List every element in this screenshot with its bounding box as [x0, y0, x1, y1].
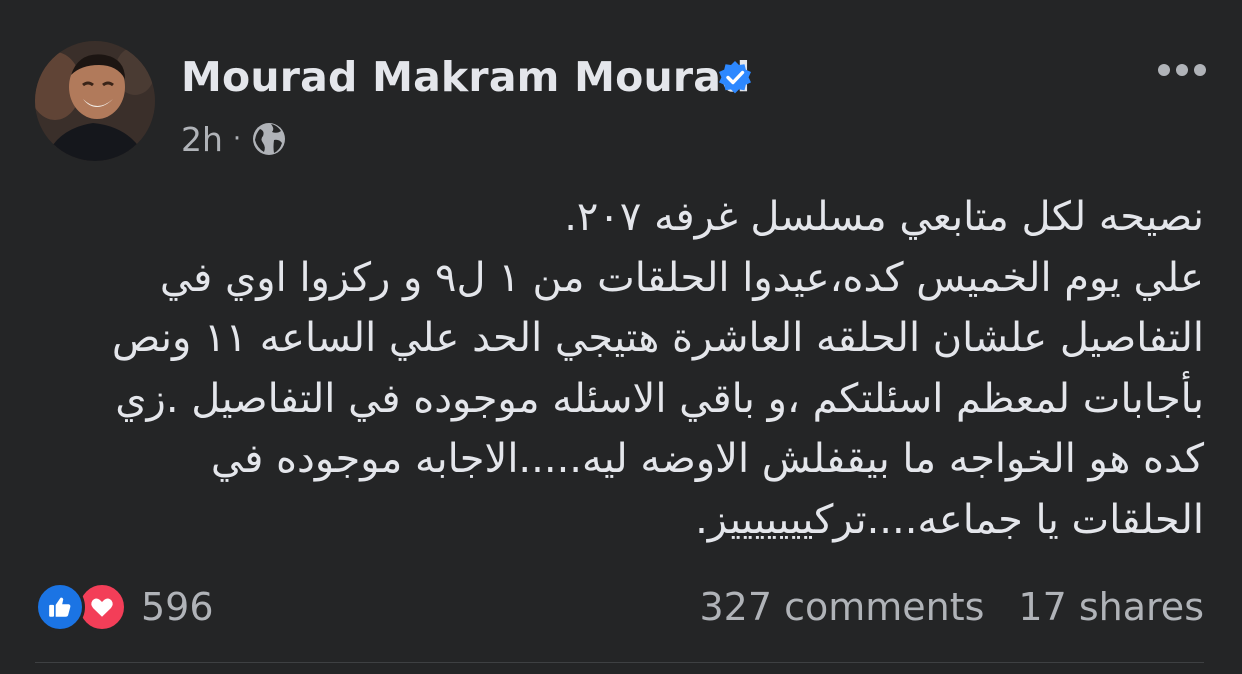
- author-name[interactable]: Mourad Makram Mourad: [181, 53, 751, 101]
- meta-separator: ·: [232, 124, 242, 154]
- more-dot-icon: [1158, 64, 1170, 76]
- more-dot-icon: [1176, 64, 1188, 76]
- post-text-line: نصيحه لكل متابعي مسلسل غرفه ٢٠٧.: [564, 194, 1204, 240]
- post-meta: 2h ·: [181, 117, 287, 161]
- avatar-photo-icon: [35, 41, 155, 161]
- like-reaction-icon: [35, 582, 85, 632]
- post-text-line: علي يوم الخميس كده،عيدوا الحلقات من ١ ل٩…: [159, 254, 1204, 301]
- globe-icon[interactable]: [251, 121, 287, 157]
- author-avatar[interactable]: [35, 41, 155, 161]
- verified-badge-icon: [719, 61, 751, 94]
- more-dot-icon: [1194, 64, 1206, 76]
- more-options-button[interactable]: [1150, 50, 1214, 90]
- shares-count-link[interactable]: 17 shares: [1018, 585, 1204, 629]
- post-text-line: الحلقات يا جماعه....تركيييييييز.: [695, 496, 1204, 543]
- post-body-text: نصيحه لكل متابعي مسلسل غرفه ٢٠٧. علي يوم…: [60, 187, 1204, 550]
- post-stats: 327 comments 17 shares: [699, 580, 1204, 634]
- post-text-line: التفاصيل علشان الحلقه العاشرة هتيجي الحد…: [111, 315, 1204, 361]
- thumbs-up-icon: [49, 597, 71, 617]
- post-timestamp[interactable]: 2h: [181, 120, 223, 159]
- reactions-summary[interactable]: 596: [35, 580, 214, 634]
- heart-icon: [91, 598, 113, 617]
- comments-count-link[interactable]: 327 comments: [699, 585, 984, 629]
- post-text-line: كده هو الخواجه ما بيقفلش الاوضه ليه.....…: [210, 436, 1204, 482]
- post-text-line: بأجابات لمعظم اسئلتكم ،و باقي الاسئله مو…: [115, 375, 1204, 422]
- stats-divider: [35, 662, 1204, 663]
- reaction-count[interactable]: 596: [141, 585, 214, 629]
- post-card: Mourad Makram Mourad 2h · نصيحه لكل متاب…: [0, 0, 1242, 674]
